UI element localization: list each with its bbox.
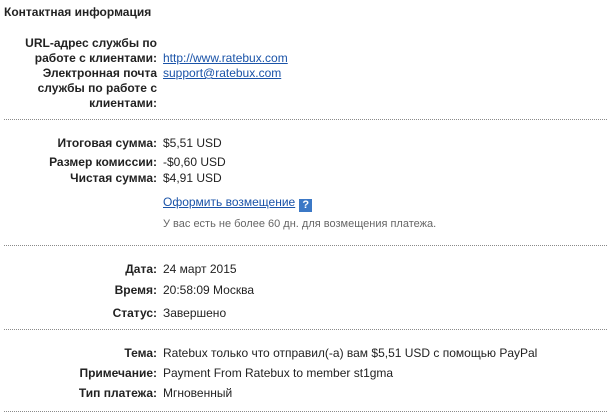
divider bbox=[4, 245, 607, 246]
url-label: URL-адрес службы по работе с клиентами: bbox=[25, 36, 157, 65]
fee-label: Размер комиссии: bbox=[49, 155, 157, 169]
help-icon[interactable]: ? bbox=[299, 199, 313, 212]
fee-value: -$0,60 USD bbox=[163, 155, 226, 169]
net-value: $4,91 USD bbox=[163, 171, 222, 185]
divider bbox=[4, 411, 607, 412]
email-link[interactable]: support@ratebux.com bbox=[163, 66, 281, 81]
email-label: Электронная почта службы по работе с кли… bbox=[37, 66, 157, 110]
date-value: 24 март 2015 bbox=[163, 262, 237, 276]
time-label: Время: bbox=[114, 283, 157, 297]
note-label: Примечание: bbox=[79, 366, 157, 380]
time-value: 20:58:09 Москва bbox=[163, 283, 255, 297]
section-title: Контактная информация bbox=[4, 5, 152, 19]
divider bbox=[4, 329, 607, 330]
payment-type-label: Тип платежа: bbox=[78, 386, 157, 400]
total-label: Итоговая сумма: bbox=[57, 136, 157, 150]
refund-row: Оформить возмещение? bbox=[163, 195, 313, 212]
status-value: Завершено bbox=[163, 306, 227, 320]
net-label: Чистая сумма: bbox=[70, 171, 157, 185]
note-value: Payment From Ratebux to member st1gma bbox=[163, 366, 394, 380]
subject-value: Ratebux только что отправил(-а) вам $5,5… bbox=[163, 346, 538, 360]
refund-note: У вас есть не более 60 дн. для возмещени… bbox=[163, 218, 437, 230]
status-label: Статус: bbox=[112, 306, 157, 320]
date-label: Дата: bbox=[125, 262, 157, 276]
divider bbox=[4, 119, 607, 120]
refund-link[interactable]: Оформить возмещение bbox=[163, 195, 295, 209]
payment-type-value: Мгновенный bbox=[163, 386, 233, 400]
subject-label: Тема: bbox=[124, 346, 157, 360]
total-value: $5,51 USD bbox=[163, 136, 222, 150]
url-link[interactable]: http://www.ratebux.com bbox=[163, 51, 288, 66]
